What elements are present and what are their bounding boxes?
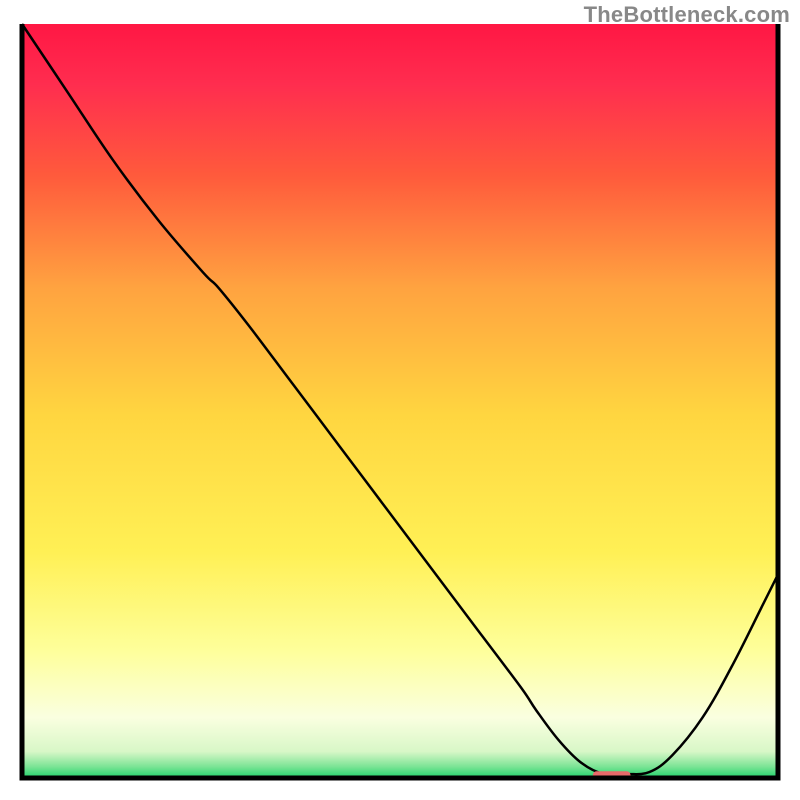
bottleneck-chart xyxy=(0,0,800,800)
chart-container: { "watermark": "TheBottleneck.com", "cha… xyxy=(0,0,800,800)
watermark-text: TheBottleneck.com xyxy=(584,2,790,28)
